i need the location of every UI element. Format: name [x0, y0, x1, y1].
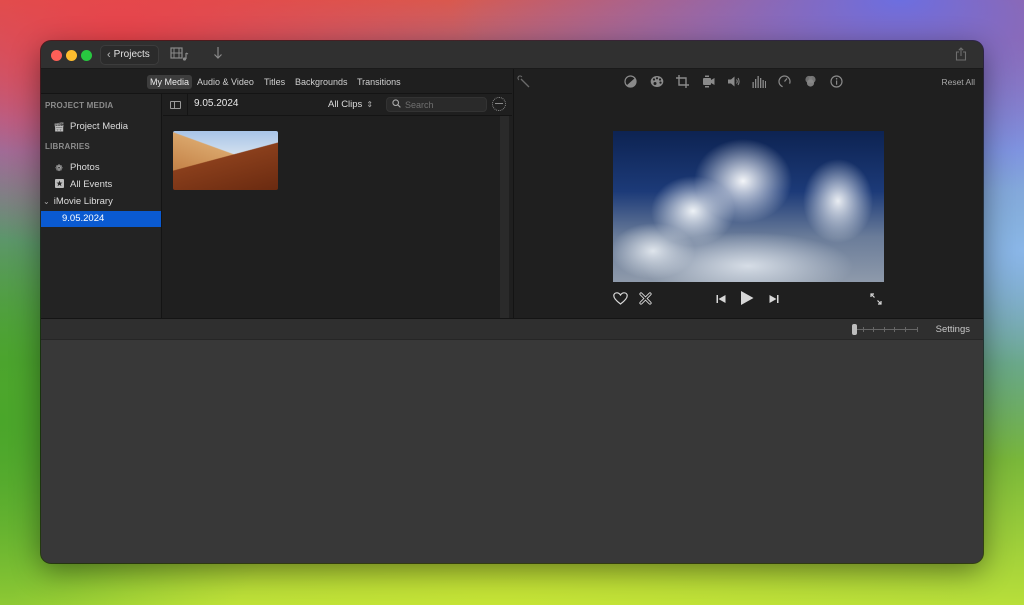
zoom-tick [884, 327, 885, 332]
zoom-tick [894, 327, 895, 332]
star-box-icon [53, 177, 65, 193]
timeline-toolbar: Settings [41, 318, 983, 340]
color-balance-icon[interactable] [624, 75, 637, 88]
sidebar-item-label: Project Media [70, 121, 129, 132]
libraries-header: LIBRARIES [45, 142, 90, 151]
projects-label: Projects [113, 49, 150, 60]
library-area: My Media Audio & Video Titles Background… [41, 69, 512, 318]
zoom-slider-knob[interactable] [852, 324, 857, 335]
sidebar-item-label: Photos [70, 162, 100, 173]
zoom-tick [905, 327, 906, 332]
sidebar-item-all-events[interactable]: All Events [41, 177, 161, 193]
sidebar-item-photos[interactable]: ❁ Photos [41, 160, 161, 176]
clips-filter-value: All Clips [328, 99, 363, 110]
browser-settings-gear-icon[interactable] [492, 97, 506, 111]
video-preview[interactable] [613, 131, 884, 282]
skip-forward-icon[interactable] [769, 294, 779, 307]
tab-audio-video[interactable]: Audio & Video [194, 75, 257, 89]
adjustments-bar: Reset All [514, 69, 983, 94]
sidebar-item-label: 9.05.2024 [62, 213, 105, 224]
imovie-window: ‹ Projects My Media Audio & Video Titles… [41, 41, 983, 563]
chevron-left-icon: ‹ [107, 49, 111, 61]
clip-thumbnail[interactable] [173, 131, 278, 190]
crop-icon[interactable] [676, 75, 689, 88]
media-tabs: My Media Audio & Video Titles Background… [41, 69, 512, 94]
play-icon[interactable] [740, 290, 754, 309]
speed-gauge-icon[interactable] [778, 75, 791, 88]
close-window-button[interactable] [51, 50, 62, 61]
fullscreen-window-button[interactable] [81, 50, 92, 61]
up-down-chevron-icon: ⇕ [366, 100, 374, 109]
clip-filter-icon[interactable] [804, 75, 817, 88]
fullscreen-expand-icon[interactable] [870, 293, 882, 308]
zoom-tick [873, 327, 874, 332]
tab-titles[interactable]: Titles [261, 75, 288, 89]
sidebar-item-imovie-library[interactable]: ⌄ iMovie Library [41, 194, 161, 210]
share-icon[interactable] [955, 47, 967, 66]
sidebar-item-label: All Events [70, 179, 113, 190]
sidebar-toggle-button[interactable] [163, 94, 188, 116]
skip-back-icon[interactable] [716, 294, 726, 307]
equalizer-icon[interactable] [752, 75, 766, 88]
tab-my-media[interactable]: My Media [147, 75, 193, 89]
minimize-window-button[interactable] [66, 50, 77, 61]
info-icon[interactable] [830, 75, 843, 88]
stabilization-camera-icon[interactable] [702, 75, 715, 88]
title-bar: ‹ Projects [41, 41, 983, 69]
search-input[interactable] [405, 99, 485, 110]
reset-all-button[interactable]: Reset All [941, 77, 975, 87]
volume-icon[interactable] [727, 75, 740, 88]
reject-x-icon[interactable] [639, 292, 652, 308]
search-field[interactable] [386, 97, 487, 112]
projects-back-button[interactable]: ‹ Projects [100, 45, 159, 65]
timeline-zoom-slider[interactable] [852, 324, 920, 336]
chevron-down-icon[interactable]: ⌄ [43, 194, 50, 210]
search-icon [392, 99, 401, 110]
timeline-settings-button[interactable]: Settings [936, 324, 970, 335]
browser-scrollbar[interactable] [500, 116, 509, 318]
import-arrow-icon[interactable] [213, 46, 223, 63]
tab-backgrounds[interactable]: Backgrounds [292, 75, 351, 89]
sidebar-item-project-media[interactable]: 🎬︎ Project Media [41, 119, 161, 135]
zoom-tick [863, 327, 864, 332]
libraries-sidebar: PROJECT MEDIA 🎬︎ Project Media LIBRARIES… [41, 94, 162, 318]
clips-filter-select[interactable]: All Clips ⇕ [328, 99, 373, 110]
favorite-heart-icon[interactable] [613, 292, 628, 308]
media-browser: 9.05.2024 All Clips ⇕ [163, 94, 512, 318]
browser-toolbar: 9.05.2024 All Clips ⇕ [163, 94, 512, 116]
color-correction-palette-icon[interactable] [650, 75, 664, 88]
timeline-area[interactable] [41, 340, 983, 563]
event-title: 9.05.2024 [194, 98, 239, 109]
film-music-icon[interactable] [170, 47, 190, 66]
zoom-tick [917, 327, 918, 332]
sidebar-toggle-icon [169, 101, 181, 109]
magic-wand-icon[interactable] [517, 75, 530, 88]
clapperboard-icon: 🎬︎ [53, 122, 65, 132]
photos-flower-icon: ❁ [55, 163, 63, 173]
sidebar-item-event-9-05-2024[interactable]: 9.05.2024 [41, 211, 161, 227]
viewer-panel: Reset All [513, 69, 983, 318]
sidebar-item-label: iMovie Library [53, 196, 113, 207]
tab-transitions[interactable]: Transitions [354, 75, 404, 89]
main-top-area: My Media Audio & Video Titles Background… [41, 69, 983, 318]
project-media-header: PROJECT MEDIA [45, 101, 114, 110]
